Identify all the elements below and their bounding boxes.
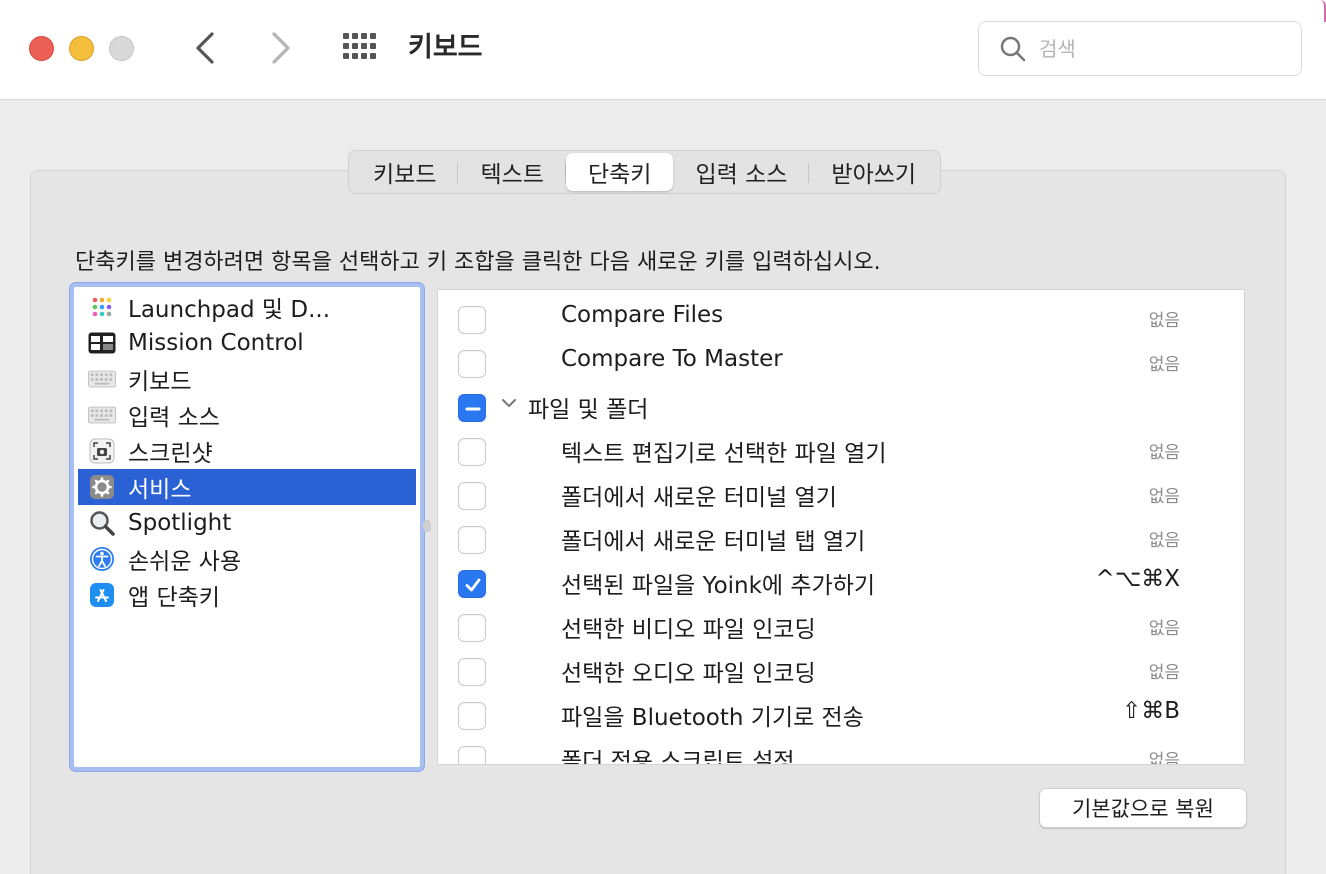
category-label: 서비스 [128,477,192,503]
shortcut-row[interactable]: 선택된 파일을 Yoink에 추가하기 ^⌥⌘X [438,558,1244,602]
shortcut-label: 선택한 오디오 파일 인코딩 [561,661,816,687]
category-item-accessibility[interactable]: 손쉬운 사용 [78,541,416,577]
gear-icon [88,473,116,501]
tab-dictation[interactable]: 받아쓰기 [809,153,938,191]
category-list[interactable]: Launchpad 및 D... Mission Control 키보드 입력 … [70,283,424,771]
shortcut-row[interactable]: 텍스트 편집기로 선택한 파일 열기 없음 [438,426,1244,470]
group-label: 파일 및 폴더 [528,397,649,423]
category-item-services[interactable]: 서비스 [78,469,416,505]
app-store-icon [88,581,116,609]
magnifier-icon [88,509,116,537]
tab-keyboard[interactable]: 키보드 [351,153,459,191]
shortcut-label: 선택된 파일을 Yoink에 추가하기 [561,573,876,599]
tab-shortcuts[interactable]: 단축키 [565,153,674,191]
shortcut-list[interactable]: Compare Files 없음 Compare To Master 없음 파일… [437,289,1245,765]
checkbox[interactable] [458,658,486,686]
shortcut-label: Compare To Master [561,346,783,372]
minus-icon [465,407,481,411]
shortcut-row[interactable]: 선택한 오디오 파일 인코딩 없음 [438,646,1244,690]
shortcut-key[interactable]: 없음 [1149,350,1180,375]
forward-button[interactable] [260,26,300,70]
search-input[interactable] [1039,32,1279,66]
split-resize-handle[interactable] [423,520,431,532]
checkbox[interactable] [458,614,486,642]
shortcut-label: Compare Files [561,302,724,328]
shortcut-row[interactable]: 폴더 적용 스크립트 설정... 없음 [438,734,1244,765]
checkbox[interactable] [458,438,486,466]
category-item-input-sources[interactable]: 입력 소스 [78,397,416,433]
category-item-keyboard[interactable]: 키보드 [78,361,416,397]
category-label: 앱 단축키 [128,585,220,611]
checkbox[interactable] [458,350,486,378]
checkmark-icon [465,578,481,592]
instruction-text: 단축키를 변경하려면 항목을 선택하고 키 조합을 클릭한 다음 새로운 키를 … [75,250,881,275]
category-item-launchpad[interactable]: Launchpad 및 D... [78,289,416,325]
window-corner [1320,0,1326,22]
search-box[interactable] [978,21,1302,76]
category-label: 입력 소스 [128,405,220,431]
shortcut-key[interactable]: ^⌥⌘X [1095,566,1180,592]
shortcut-key[interactable]: 없음 [1149,526,1180,551]
category-label: 키보드 [128,369,192,395]
category-item-spotlight[interactable]: Spotlight [78,505,416,541]
shortcut-label: 폴더에서 새로운 터미널 탭 열기 [561,529,866,555]
shortcut-row[interactable]: 파일을 Bluetooth 기기로 전송 ⇧⌘B [438,690,1244,734]
category-label: Mission Control [128,330,304,356]
shortcut-label: 선택한 비디오 파일 인코딩 [561,617,816,643]
zoom-window-button[interactable] [109,36,134,61]
chevron-right-icon [272,32,290,64]
chevron-left-icon [196,32,214,64]
checkbox[interactable] [458,526,486,554]
mission-control-icon [88,329,116,357]
chevron-down-icon[interactable] [500,396,518,410]
shortcut-row[interactable]: 폴더에서 새로운 터미널 탭 열기 없음 [438,514,1244,558]
shortcut-key[interactable]: 없음 [1149,658,1180,683]
keyboard-icon [88,401,116,429]
checkbox[interactable] [458,306,486,334]
category-label: 손쉬운 사용 [128,549,242,575]
show-all-button[interactable] [340,30,382,68]
shortcut-row[interactable]: Compare To Master 없음 [438,338,1244,382]
shortcut-label: 폴더에서 새로운 터미널 열기 [561,485,837,511]
category-label: Launchpad 및 D... [128,297,331,323]
shortcut-key[interactable]: 없음 [1149,746,1180,764]
shortcut-key[interactable]: 없음 [1149,306,1180,331]
window-title: 키보드 [408,32,483,63]
shortcut-label: 폴더 적용 스크립트 설정... [561,749,817,765]
checkbox[interactable] [458,702,486,730]
shortcut-key[interactable]: 없음 [1149,614,1180,639]
category-item-mission-control[interactable]: Mission Control [78,325,416,361]
checkbox-mixed[interactable] [458,394,486,422]
tab-input-sources[interactable]: 입력 소스 [673,153,810,191]
close-window-button[interactable] [29,36,54,61]
launchpad-icon [88,293,116,321]
tab-text[interactable]: 텍스트 [458,153,567,191]
category-item-app-shortcuts[interactable]: 앱 단축키 [78,577,416,613]
search-icon [1000,36,1026,62]
title-bar: 키보드 [0,0,1326,100]
category-item-screenshot[interactable]: 스크린샷 [78,433,416,469]
checkbox[interactable] [458,746,486,764]
shortcut-group-row[interactable]: 파일 및 폴더 [438,382,1244,426]
shortcut-label: 텍스트 편집기로 선택한 파일 열기 [561,441,887,467]
minimize-window-button[interactable] [69,36,94,61]
grid-icon [343,33,376,59]
checkbox[interactable] [458,482,486,510]
keyboard-icon [88,365,116,393]
shortcut-row[interactable]: Compare Files 없음 [438,294,1244,338]
category-label: Spotlight [128,510,232,536]
accessibility-icon [88,545,116,573]
shortcut-key[interactable]: 없음 [1149,438,1180,463]
shortcut-row[interactable]: 선택한 비디오 파일 인코딩 없음 [438,602,1244,646]
restore-defaults-button[interactable]: 기본값으로 복원 [1039,788,1247,828]
shortcut-key[interactable]: ⇧⌘B [1122,698,1180,724]
tab-bar: 키보드 텍스트 단축키 입력 소스 받아쓰기 [348,150,942,194]
back-button[interactable] [186,26,226,70]
shortcut-label: 파일을 Bluetooth 기기로 전송 [561,705,864,731]
screenshot-icon [88,437,116,465]
category-label: 스크린샷 [128,441,213,467]
shortcut-key[interactable]: 없음 [1149,482,1180,507]
shortcut-row[interactable]: 폴더에서 새로운 터미널 열기 없음 [438,470,1244,514]
checkbox-checked[interactable] [458,570,486,598]
